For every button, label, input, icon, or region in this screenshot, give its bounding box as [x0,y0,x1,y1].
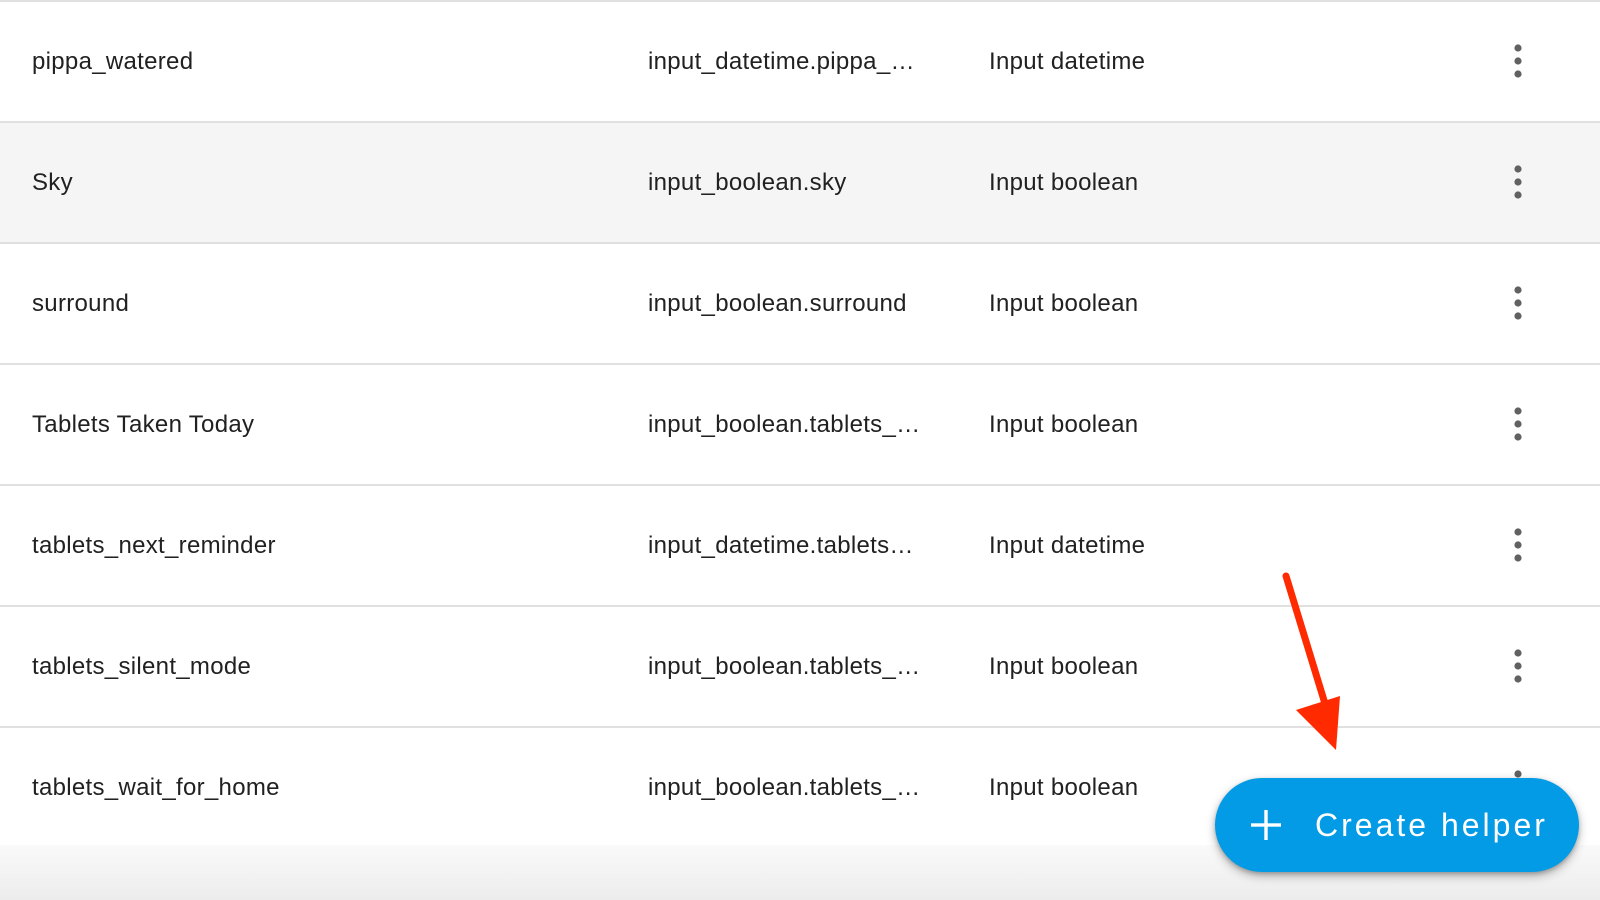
helper-type: Input boolean [989,653,1139,680]
table-row[interactable]: Tablets Taken Today input_boolean.tablet… [0,365,1600,486]
dots-vertical-icon [1514,407,1522,441]
dots-vertical-icon [1514,286,1522,320]
helper-entity-id: input_boolean.tablets_… [648,653,921,680]
create-helper-label: Create helper [1315,806,1548,843]
helper-type: Input datetime [989,532,1146,559]
plus-icon [1249,808,1283,842]
red-arrow-pointer [1282,572,1340,750]
table-row[interactable]: tablets_next_reminder input_datetime.tab… [0,486,1600,607]
row-overflow-menu-button[interactable] [1496,402,1540,446]
helper-type: Input datetime [989,48,1146,75]
create-helper-button[interactable]: Create helper [1215,778,1579,872]
helper-entity-id: input_boolean.tablets_t… [648,411,923,438]
helper-entity-id: input_boolean.sky [648,169,847,196]
dots-vertical-icon [1514,528,1522,562]
helper-name: tablets_wait_for_home [32,774,280,801]
helper-entity-id: input_datetime.tablets_… [648,532,923,559]
table-row[interactable]: Sky input_boolean.sky Input boolean [0,123,1600,244]
dots-vertical-icon [1514,649,1522,683]
table-row[interactable]: pippa_watered input_datetime.pippa_… Inp… [0,2,1600,123]
helper-name: pippa_watered [32,48,194,75]
table-row[interactable]: surround input_boolean.surround Input bo… [0,244,1600,365]
row-overflow-menu-button[interactable] [1496,39,1540,83]
row-overflow-menu-button[interactable] [1496,160,1540,204]
helper-name: Sky [32,169,73,196]
helper-entity-id: input_boolean.tablets_… [648,774,921,801]
helper-name: tablets_silent_mode [32,653,252,680]
row-overflow-menu-button[interactable] [1496,523,1540,567]
helper-type: Input boolean [989,411,1139,438]
row-overflow-menu-button[interactable] [1496,644,1540,688]
dots-vertical-icon [1514,165,1522,199]
helper-name: tablets_next_reminder [32,532,276,559]
helper-type: Input boolean [989,169,1139,196]
helper-name: Tablets Taken Today [32,411,255,438]
helper-name: surround [32,290,130,317]
helper-entity-id: input_datetime.pippa_… [648,48,915,75]
helper-type: Input boolean [989,290,1139,317]
dots-vertical-icon [1514,44,1522,78]
table-row[interactable]: tablets_silent_mode input_boolean.tablet… [0,607,1600,728]
helper-entity-id: input_boolean.surround [648,290,907,317]
helpers-table: pippa_watered input_datetime.pippa_… Inp… [0,0,1600,849]
row-overflow-menu-button[interactable] [1496,281,1540,325]
